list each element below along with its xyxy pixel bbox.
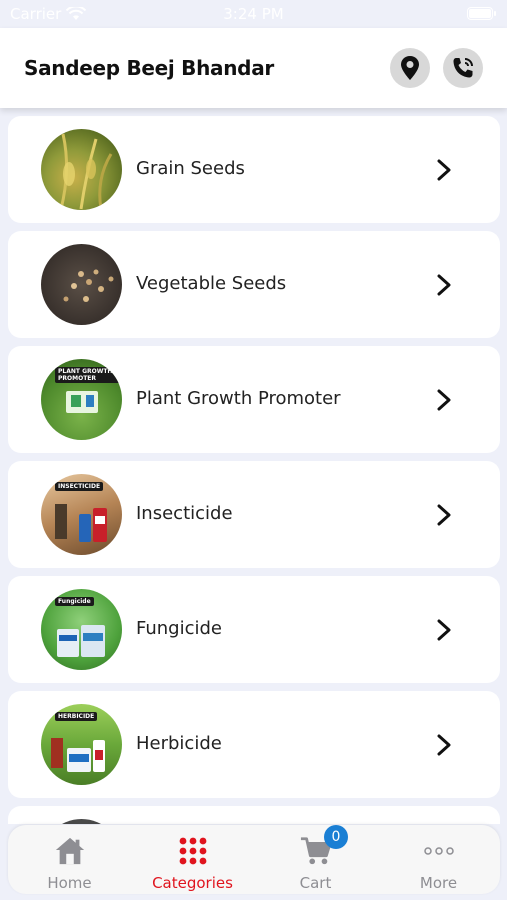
image-badge: Fungicide [55,597,94,606]
vegetable-seeds-image [41,244,122,325]
category-label: Vegetable Seeds [136,273,287,294]
location-button[interactable] [390,48,430,88]
category-label: Plant Growth Promoter [136,388,341,409]
chevron-right-icon [437,389,451,411]
tab-cart[interactable]: Cart [254,825,377,894]
insecticide-image: INSECTICIDE [41,474,122,555]
fungicide-image: Fungicide [41,589,122,670]
category-item-herbicide[interactable]: HERBICIDE Herbicide [8,691,500,798]
category-item-insecticide[interactable]: INSECTICIDE Insecticide [8,461,500,568]
battery-icon [467,7,496,20]
category-label: Insecticide [136,503,233,524]
category-item-grain-seeds[interactable]: Grain Seeds [8,116,500,223]
home-icon [54,835,86,867]
tab-bar: Home Categories Cart More 0 [8,825,500,894]
tab-home[interactable]: Home [8,825,131,894]
tab-label: Categories [152,874,233,892]
herbicide-image: HERBICIDE [41,704,122,785]
phone-icon [453,58,473,78]
category-image [41,819,122,824]
chevron-right-icon [437,159,451,181]
category-item-fungicide[interactable]: Fungicide Fungicide [8,576,500,683]
category-list[interactable]: Grain Seeds Vegetable Seeds PLANT GROWTH… [0,108,507,824]
category-label: Grain Seeds [136,158,245,179]
image-badge: HERBICIDE [55,712,98,721]
tab-label: More [419,874,458,892]
tab-label: Cart [299,874,332,892]
more-dots-icon [423,835,455,867]
location-pin-icon [401,56,419,80]
chevron-right-icon [437,619,451,641]
status-bar: Carrier 3:24 PM [0,0,507,28]
image-badge: PLANT GROWTH PROMOTER [55,367,122,383]
image-badge: INSECTICIDE [55,482,104,491]
category-label: Herbicide [136,733,222,754]
category-item-plant-growth-promoter[interactable]: PLANT GROWTH PROMOTER Plant Growth Promo… [8,346,500,453]
tab-label: Home [47,874,92,892]
category-item-partial[interactable] [8,806,500,824]
tab-categories[interactable]: Categories [131,825,254,894]
plant-growth-promoter-image: PLANT GROWTH PROMOTER [41,359,122,440]
grid-dots-icon [177,835,209,867]
app-header: Sandeep Beej Bhandar [0,28,507,108]
chevron-right-icon [437,274,451,296]
category-label: Fungicide [136,618,223,639]
chevron-right-icon [437,504,451,526]
cart-count-badge: 0 [324,825,348,849]
clock: 3:24 PM [223,5,284,23]
page-title: Sandeep Beej Bhandar [24,56,274,80]
category-item-vegetable-seeds[interactable]: Vegetable Seeds [8,231,500,338]
call-button[interactable] [443,48,483,88]
chevron-right-icon [437,734,451,756]
grain-seeds-image [41,129,122,210]
tab-more[interactable]: More [377,825,500,894]
